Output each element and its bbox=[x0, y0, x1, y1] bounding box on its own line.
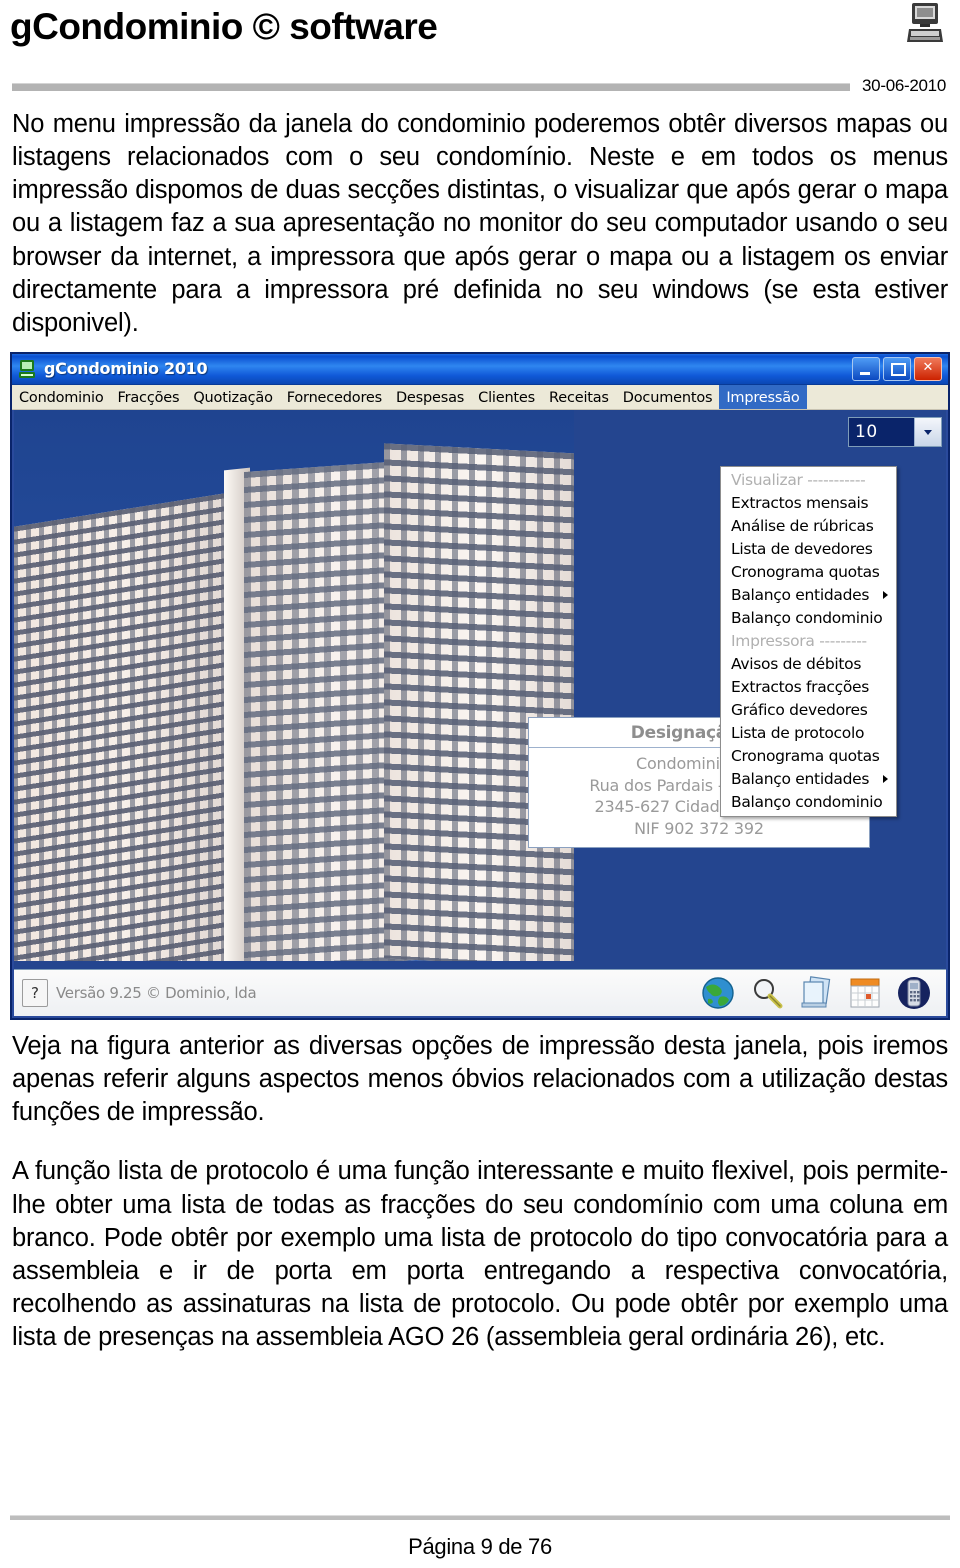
window-client-area: 10 Designação do Condominio dos Rua dos … bbox=[14, 408, 946, 970]
building-photo bbox=[14, 408, 574, 961]
window-titlebar: gCondominio 2010 ✕ bbox=[12, 353, 948, 385]
header-rule-line bbox=[12, 83, 850, 91]
menu-item-receitas[interactable]: Receitas bbox=[542, 385, 616, 409]
help-icon[interactable]: ? bbox=[22, 978, 48, 1007]
version-text: Versão 9.25 © Dominio, lda bbox=[56, 983, 257, 1002]
magnifier-icon[interactable] bbox=[749, 975, 785, 1011]
header-date: 30-06-2010 bbox=[862, 76, 946, 95]
document-footer: Página 9 de 76 bbox=[10, 1515, 950, 1560]
status-bar: ? Versão 9.25 © Dominio, lda bbox=[14, 968, 946, 1016]
menu-item-despesas[interactable]: Despesas bbox=[389, 385, 471, 409]
menu-group-visualizar: Visualizar ----------- bbox=[731, 470, 866, 489]
impressao-dropdown-menu: Visualizar ----------- Extractos mensais… bbox=[720, 465, 897, 817]
menu-item-balanco-entidades-impressora[interactable]: Balanço entidades bbox=[721, 768, 896, 791]
computer-icon bbox=[906, 2, 944, 44]
menu-item-extractos-mensais[interactable]: Extractos mensais bbox=[721, 492, 896, 515]
menu-item-condominio[interactable]: Condominio bbox=[12, 385, 111, 409]
menu-item-balanco-entidades[interactable]: Balanço entidades bbox=[721, 584, 896, 607]
help-glyph: ? bbox=[31, 983, 39, 1002]
menu-group-impressora: Impressora --------- bbox=[731, 631, 867, 650]
menu-item-lista-de-devedores[interactable]: Lista de devedores bbox=[721, 538, 896, 561]
document-header: gCondominio © software 30-06-2010 bbox=[10, 0, 950, 108]
menu-item-grafico-devedores[interactable]: Gráfico devedores bbox=[721, 699, 896, 722]
paragraph-intro: No menu impressão da janela do condomini… bbox=[12, 110, 948, 337]
submenu-arrow-icon bbox=[883, 591, 888, 600]
application-window-screenshot: gCondominio 2010 ✕ Condominio Fracções Q… bbox=[10, 351, 950, 1020]
computer-icon bbox=[17, 359, 37, 379]
header-divider: 30-06-2010 bbox=[10, 76, 950, 98]
menu-item-lista-de-protocolo[interactable]: Lista de protocolo bbox=[721, 722, 896, 745]
tower-right bbox=[384, 443, 574, 961]
menu-bar: Condominio Fracções Quotização Fornecedo… bbox=[12, 384, 948, 410]
calendar-icon[interactable] bbox=[847, 975, 883, 1011]
year-select[interactable]: 10 bbox=[848, 416, 942, 447]
menu-item-analise-de-rubricas[interactable]: Análise de rúbricas bbox=[721, 515, 896, 538]
menu-item-cronograma-quotas[interactable]: Cronograma quotas bbox=[721, 561, 896, 584]
document-title: gCondominio © software bbox=[10, 6, 438, 47]
paragraph-veja-figura: Veja na figura anterior as diversas opçõ… bbox=[12, 1031, 948, 1127]
window-controls: ✕ bbox=[852, 356, 945, 381]
address-line: NIF 902 372 392 bbox=[634, 818, 764, 838]
menu-item-avisos-de-debitos[interactable]: Avisos de débitos bbox=[721, 653, 896, 676]
close-button[interactable]: ✕ bbox=[914, 356, 942, 381]
menu-item-fraccoes[interactable]: Fracções bbox=[111, 385, 187, 409]
minimize-button[interactable] bbox=[852, 356, 880, 381]
menu-item-clientes[interactable]: Clientes bbox=[471, 385, 542, 409]
footer-rule-line bbox=[10, 1515, 950, 1520]
menu-item-extractos-fraccoes[interactable]: Extractos fracções bbox=[721, 676, 896, 699]
menu-item-quotizacao[interactable]: Quotização bbox=[186, 385, 279, 409]
menu-item-cronograma-quotas-impressora[interactable]: Cronograma quotas bbox=[721, 745, 896, 768]
documents-icon[interactable] bbox=[798, 975, 834, 1011]
menu-item-balanco-condominio-impressora[interactable]: Balanço condominio bbox=[721, 791, 896, 814]
menu-item-label: Balanço entidades bbox=[731, 769, 870, 788]
chevron-down-icon[interactable] bbox=[914, 417, 941, 446]
status-bar-icons bbox=[700, 975, 938, 1011]
phone-icon[interactable] bbox=[896, 975, 932, 1011]
submenu-arrow-icon bbox=[883, 775, 888, 784]
year-select-value: 10 bbox=[849, 417, 914, 446]
menu-item-impressao[interactable]: Impressão bbox=[719, 384, 807, 409]
page-number: Página 9 de 76 bbox=[408, 1534, 552, 1559]
window-title: gCondominio 2010 bbox=[44, 359, 208, 379]
menu-item-fornecedores[interactable]: Fornecedores bbox=[280, 385, 389, 409]
restore-button[interactable] bbox=[883, 356, 911, 381]
paragraph-lista-protocolo: A função lista de protocolo é uma função… bbox=[12, 1157, 948, 1352]
menu-item-balanco-condominio[interactable]: Balanço condominio bbox=[721, 607, 896, 630]
menu-item-documentos[interactable]: Documentos bbox=[616, 385, 720, 409]
document-page: gCondominio © software 30-06-2010 No men… bbox=[0, 0, 960, 1568]
menu-item-label: Balanço entidades bbox=[731, 585, 870, 604]
globe-icon[interactable] bbox=[700, 975, 736, 1011]
